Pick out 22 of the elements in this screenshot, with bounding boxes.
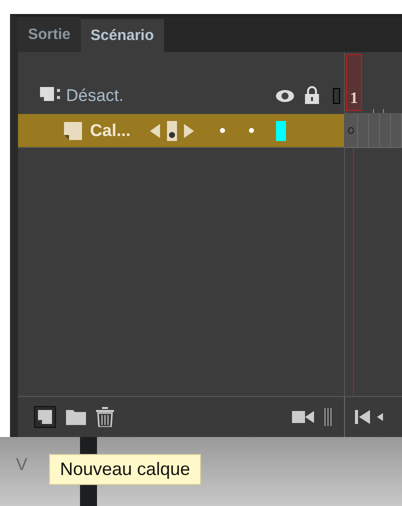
- layer-icon: [40, 87, 62, 103]
- lock-icon[interactable]: [305, 86, 319, 104]
- header-label: Désact.: [66, 86, 124, 106]
- grip-icon[interactable]: [324, 408, 332, 426]
- dot-icon[interactable]: [220, 128, 225, 133]
- panel-tab[interactable]: Scénario: [80, 19, 164, 52]
- panel-tab[interactable]: Sortie: [18, 17, 81, 52]
- layer-row[interactable]: Cal...: [18, 114, 344, 148]
- previous-frame-icon[interactable]: [377, 410, 383, 424]
- new-layer-button[interactable]: [34, 406, 56, 428]
- tooltip: Nouveau calque: [49, 454, 202, 485]
- layer-icon: [64, 122, 82, 140]
- layer-name: Cal...: [90, 120, 132, 140]
- background-label: V: [16, 455, 28, 475]
- folder-icon[interactable]: [66, 409, 86, 425]
- trash-icon[interactable]: [96, 407, 114, 427]
- layer-color[interactable]: [276, 120, 286, 140]
- dot-icon[interactable]: [249, 128, 254, 133]
- eye-icon[interactable]: [275, 89, 295, 103]
- first-frame-icon[interactable]: [355, 410, 371, 424]
- camera-icon[interactable]: [292, 410, 314, 424]
- frame-number[interactable]: 1: [346, 54, 362, 111]
